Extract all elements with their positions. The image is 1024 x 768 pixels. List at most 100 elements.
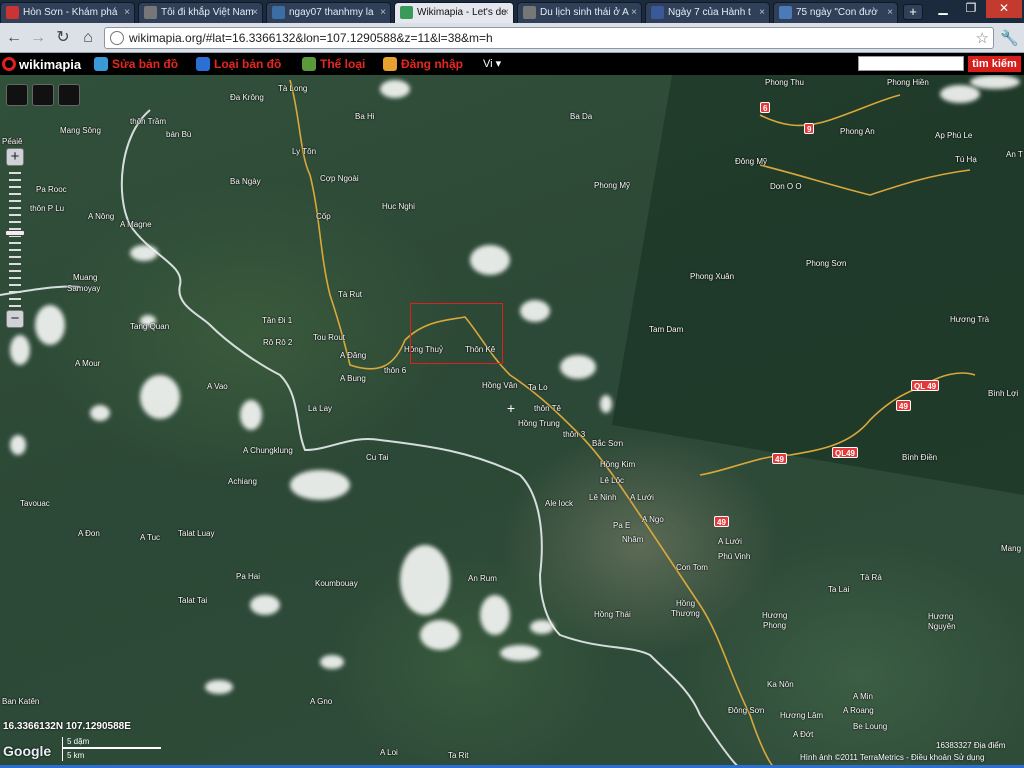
- tab-5[interactable]: Du lịch sinh thái ở A ×: [517, 2, 642, 23]
- place-label[interactable]: Pa E: [613, 521, 630, 530]
- place-label[interactable]: Tam Dam: [649, 325, 683, 334]
- place-label[interactable]: A Vao: [207, 382, 228, 391]
- wikimapia-logo[interactable]: wikimapia: [2, 56, 81, 73]
- place-label[interactable]: thôn P Lu: [30, 204, 64, 213]
- minimize-button[interactable]: ▁: [930, 0, 956, 18]
- place-label[interactable]: Ba Da: [570, 112, 592, 121]
- place-label[interactable]: Ta Lai: [828, 585, 849, 594]
- place-label[interactable]: A Mour: [75, 359, 100, 368]
- place-label[interactable]: Tà Long: [278, 84, 307, 93]
- place-label[interactable]: thôn 3: [563, 430, 585, 439]
- place-label[interactable]: Bình Điền: [902, 453, 937, 462]
- place-label[interactable]: Bắc Sơn: [592, 439, 623, 448]
- place-label[interactable]: Achiang: [228, 477, 257, 486]
- place-label[interactable]: Tavouac: [20, 499, 50, 508]
- place-label[interactable]: Tang Quan: [130, 322, 169, 331]
- place-label[interactable]: Ba Hi: [355, 112, 375, 121]
- place-label[interactable]: Mang Sông: [60, 126, 101, 135]
- place-label[interactable]: Pa Rooc: [36, 185, 67, 194]
- zoom-out-button[interactable]: −: [6, 310, 24, 328]
- tab-close-icon[interactable]: ×: [759, 3, 765, 22]
- place-label[interactable]: Phong An: [840, 127, 875, 136]
- place-label[interactable]: Phong Thu: [765, 78, 804, 87]
- reload-button[interactable]: ↻: [53, 28, 73, 48]
- place-label[interactable]: Phú Vinh: [718, 552, 750, 561]
- place-label[interactable]: A Đăng: [340, 351, 366, 360]
- map-attribution[interactable]: Hình ảnh ©2011 TerraMetrics - Điều khoản…: [800, 753, 984, 762]
- place-label[interactable]: Rô Rô 2: [263, 338, 292, 347]
- tab-2[interactable]: Tôi đi khắp Việt Nam ×: [138, 2, 263, 23]
- place-label[interactable]: Hồng Kim: [600, 460, 635, 469]
- place-label[interactable]: Cợp Ngoài: [320, 174, 359, 183]
- place-label[interactable]: A Lưới: [718, 537, 742, 546]
- tab-close-icon[interactable]: ×: [631, 3, 637, 22]
- menu-item-4[interactable]: Đăng nhập: [383, 56, 463, 73]
- place-label[interactable]: Ta Lo: [528, 383, 548, 392]
- place-label[interactable]: A Lưới: [630, 493, 654, 502]
- place-label[interactable]: A Nông: [88, 212, 114, 221]
- place-label[interactable]: Con Tom: [676, 563, 708, 572]
- place-label[interactable]: Lê Ninh: [589, 493, 617, 502]
- home-button[interactable]: ⌂: [78, 28, 98, 48]
- place-label[interactable]: Phong: [763, 621, 786, 630]
- place-label[interactable]: Phong Mỹ: [594, 181, 630, 190]
- place-label[interactable]: bán Bù: [166, 130, 191, 139]
- place-label[interactable]: A Loi: [380, 748, 398, 757]
- tab-close-icon[interactable]: ×: [503, 3, 509, 22]
- place-label[interactable]: Hồng: [676, 599, 695, 608]
- place-label[interactable]: thôn Tê: [534, 404, 561, 413]
- place-label[interactable]: Ly Tôn: [292, 147, 316, 156]
- place-label[interactable]: Tú Hạ: [955, 155, 977, 164]
- map-tool-button-2[interactable]: [32, 84, 54, 106]
- place-label[interactable]: Hương: [762, 611, 787, 620]
- place-label[interactable]: Be Loung: [853, 722, 887, 731]
- tab-3[interactable]: ngay07 thanhmy la ×: [266, 2, 391, 23]
- place-label[interactable]: An Rum: [468, 574, 497, 583]
- zoom-in-button[interactable]: +: [6, 148, 24, 166]
- place-label[interactable]: thôn 6: [384, 366, 406, 375]
- menu-item-3[interactable]: Thể loại: [302, 56, 365, 73]
- place-label[interactable]: Ka Nôn: [767, 680, 794, 689]
- place-label[interactable]: Phong Hiền: [887, 78, 929, 87]
- place-label[interactable]: La Lay: [308, 404, 332, 413]
- place-label[interactable]: Thượng: [671, 609, 700, 618]
- bookmark-star-icon[interactable]: ☆: [976, 29, 989, 47]
- place-label[interactable]: Muang: [73, 273, 97, 282]
- place-label[interactable]: A Đon: [78, 529, 100, 538]
- place-label[interactable]: Tân Đi 1: [262, 316, 292, 325]
- place-label[interactable]: Nguyên: [928, 622, 956, 631]
- place-label[interactable]: Ale lock: [545, 499, 573, 508]
- back-button[interactable]: ←: [4, 28, 24, 48]
- search-input[interactable]: [858, 56, 964, 71]
- place-label[interactable]: Don O O: [770, 182, 802, 191]
- address-url[interactable]: wikimapia.org/#lat=16.3366132&lon=107.12…: [129, 31, 493, 45]
- zoom-slider-handle[interactable]: [5, 230, 25, 236]
- tab-4[interactable]: Wikimapia - Let's de ×: [394, 2, 514, 23]
- tab-1[interactable]: Hòn Sơn - Khám phá ×: [0, 2, 135, 23]
- place-label[interactable]: thôn Trầm: [130, 117, 166, 126]
- tab-7[interactable]: 75 ngày "Con đườ ×: [773, 2, 898, 23]
- place-label[interactable]: Hồng Trung: [518, 419, 560, 428]
- google-logo[interactable]: Google: [3, 743, 51, 759]
- menu-item-2[interactable]: Loại bản đồ: [196, 56, 281, 73]
- place-label[interactable]: Samoyay: [67, 284, 100, 293]
- place-label[interactable]: A Gno: [310, 697, 332, 706]
- zoom-slider[interactable]: [9, 172, 21, 310]
- place-label[interactable]: Cốp: [316, 212, 331, 221]
- place-label[interactable]: Pếaiê: [2, 137, 22, 146]
- place-label[interactable]: Cu Tai: [366, 453, 389, 462]
- selected-place-outline[interactable]: [410, 303, 503, 364]
- menu-item-1[interactable]: Sửa bản đồ: [94, 56, 178, 73]
- place-label[interactable]: Tà Rut: [338, 290, 362, 299]
- place-label[interactable]: Phong Xuân: [690, 272, 734, 281]
- place-label[interactable]: A Bung: [340, 374, 366, 383]
- place-label[interactable]: Tou Rout: [313, 333, 345, 342]
- place-label[interactable]: Mang: [1001, 544, 1021, 553]
- tab-close-icon[interactable]: ×: [252, 3, 258, 22]
- place-label[interactable]: Ban Katên: [2, 697, 39, 706]
- place-label[interactable]: Lê Lộc: [600, 476, 624, 485]
- forward-button[interactable]: →: [28, 28, 48, 48]
- place-label[interactable]: Tà Rá: [860, 573, 882, 582]
- place-label[interactable]: A Min: [853, 692, 873, 701]
- satellite-map[interactable]: thôn Trầm bán Bù Mang Sông Pếaiê Đa Krông Tà …: [0, 75, 1024, 768]
